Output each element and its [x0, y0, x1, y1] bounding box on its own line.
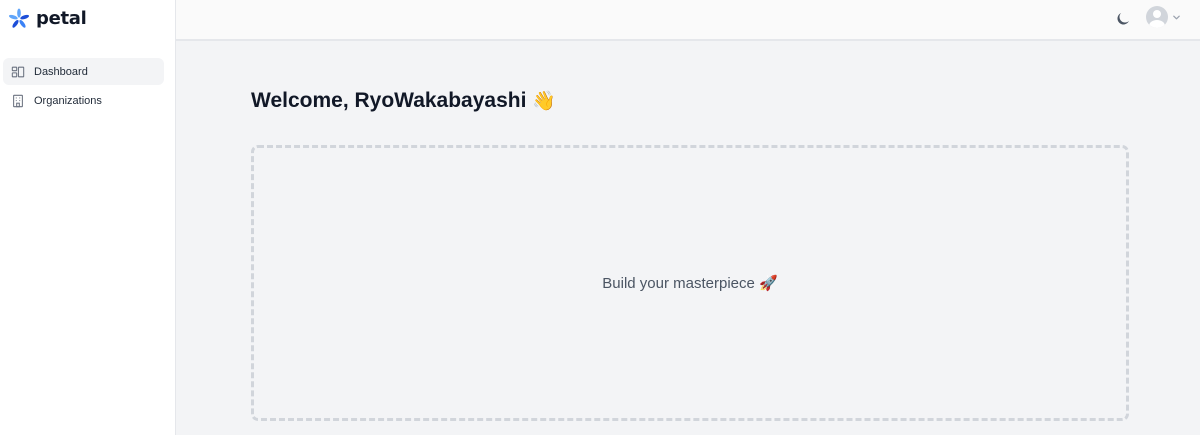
placeholder-text: Build your masterpiece 🚀	[602, 275, 778, 292]
user-menu-button[interactable]	[1146, 6, 1181, 28]
waving-hand-emoji: 👋	[532, 91, 556, 112]
building-icon	[13, 94, 23, 107]
moon-icon[interactable]	[1114, 10, 1132, 28]
sidebar-item-label: Dashboard	[34, 65, 88, 78]
sidebar-nav: Dashboard Organizations	[3, 58, 164, 116]
placeholder-canvas: Build your masterpiece 🚀	[251, 145, 1129, 421]
user-avatar-icon	[1146, 6, 1168, 28]
main-content: Welcome, RyoWakabayashi 👋	[251, 88, 1129, 114]
dashboard-icon	[11, 66, 25, 77]
chevron-down-icon	[1173, 15, 1180, 19]
logo[interactable]: petal	[8, 8, 87, 30]
sidebar-item-dashboard[interactable]: Dashboard	[3, 58, 164, 85]
page-title: Welcome, RyoWakabayashi 👋	[251, 88, 1129, 114]
sidebar-item-label: Organizations	[34, 94, 102, 107]
logo-text: petal	[36, 8, 87, 29]
sidebar: petal Dashboard Organizations	[0, 0, 176, 435]
welcome-text: Welcome, RyoWakabayashi	[251, 89, 527, 112]
petal-logo-icon	[8, 8, 30, 28]
topbar	[176, 0, 1200, 41]
sidebar-item-organizations[interactable]: Organizations	[3, 87, 164, 114]
